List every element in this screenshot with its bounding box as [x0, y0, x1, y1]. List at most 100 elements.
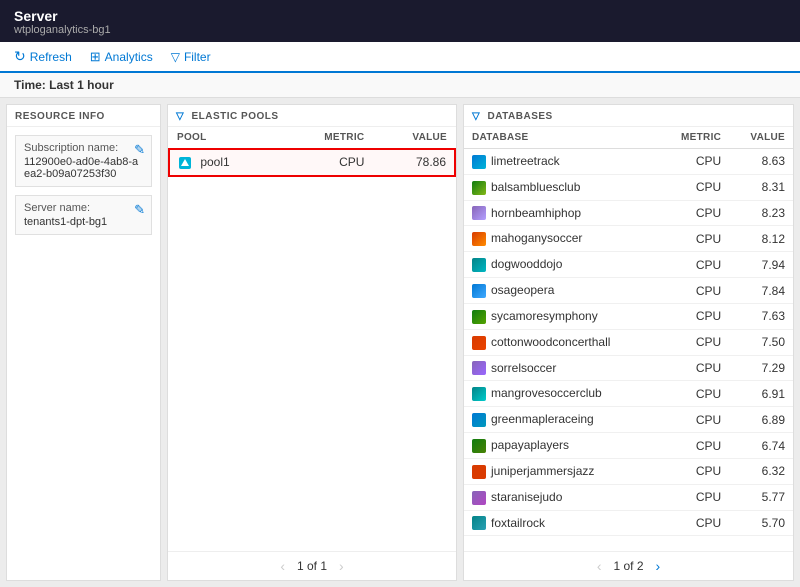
database-icon — [472, 336, 486, 350]
pool-value-cell: 78.86 — [372, 149, 455, 176]
db-col-header: DATABASE — [464, 127, 658, 149]
db-name-cell: sycamoresymphony — [464, 303, 658, 329]
databases-panel: ▽ DATABASES DATABASE METRIC VALUE — [463, 104, 794, 581]
db-metric-cell: CPU — [658, 433, 729, 459]
database-icon — [472, 258, 486, 272]
db-metric-cell: CPU — [658, 355, 729, 381]
subscription-label: Subscription name: — [24, 142, 143, 154]
server-block: Server name: tenants1-dpt-bg1 ✎ — [15, 195, 152, 235]
db-value-cell: 8.23 — [729, 200, 793, 226]
db-name-cell: papayaplayers — [464, 433, 658, 459]
databases-header: ▽ DATABASES — [464, 105, 793, 127]
database-row[interactable]: cottonwoodconcerthall CPU 7.50 — [464, 329, 793, 355]
elastic-pools-table: POOL METRIC VALUE — [168, 127, 456, 177]
database-row[interactable]: sycamoresymphony CPU 7.63 — [464, 303, 793, 329]
db-value-cell: 8.12 — [729, 226, 793, 252]
elastic-pools-filter-icon: ▽ — [176, 111, 184, 122]
db-name-cell: greenmapleraceing — [464, 407, 658, 433]
database-row[interactable]: hornbeamhiphop CPU 8.23 — [464, 200, 793, 226]
value-col-header: VALUE — [372, 127, 455, 149]
db-name-cell: mangrovesoccerclub — [464, 381, 658, 407]
db-metric-cell: CPU — [658, 510, 729, 536]
pools-prev-btn[interactable]: ‹ — [276, 558, 289, 574]
db-value-cell: 8.63 — [729, 149, 793, 175]
db-name-cell: cottonwoodconcerthall — [464, 329, 658, 355]
database-row[interactable]: osageopera CPU 7.84 — [464, 278, 793, 304]
refresh-label: Refresh — [30, 50, 72, 64]
refresh-icon: ↻ — [14, 48, 26, 65]
db-value-cell: 5.77 — [729, 484, 793, 510]
db-value-cell: 7.63 — [729, 303, 793, 329]
db-prev-btn[interactable]: ‹ — [593, 558, 606, 574]
database-icon — [472, 155, 486, 169]
header-subtitle: wtploganalytics-bg1 — [14, 24, 786, 36]
databases-table: DATABASE METRIC VALUE limetreetrack CPU — [464, 127, 793, 536]
subscription-block: Subscription name: 112900e0-ad0e-4ab8-ae… — [15, 135, 152, 187]
db-value-cell: 6.89 — [729, 407, 793, 433]
databases-pagination: ‹ 1 of 2 › — [464, 551, 793, 580]
database-row[interactable]: foxtailrock CPU 5.70 — [464, 510, 793, 536]
toolbar: ↻ Refresh ⊞ Analytics ▽ Filter — [0, 42, 800, 73]
analytics-button[interactable]: ⊞ Analytics — [90, 49, 153, 65]
db-metric-cell: CPU — [658, 329, 729, 355]
analytics-icon: ⊞ — [90, 49, 101, 65]
filter-button[interactable]: ▽ Filter — [171, 50, 211, 64]
database-row[interactable]: papayaplayers CPU 6.74 — [464, 433, 793, 459]
database-row[interactable]: limetreetrack CPU 8.63 — [464, 149, 793, 175]
time-label: Time: Last 1 hour — [0, 73, 800, 98]
metric-col-header: METRIC — [281, 127, 372, 149]
db-metric-cell: CPU — [658, 226, 729, 252]
elastic-pools-pagination: ‹ 1 of 1 › — [168, 551, 456, 580]
analytics-label: Analytics — [105, 50, 153, 64]
elastic-pools-panel: ▽ ELASTIC POOLS POOL METRIC VALUE — [167, 104, 457, 581]
db-metric-cell: CPU — [658, 484, 729, 510]
db-metric-cell: CPU — [658, 458, 729, 484]
main-content: RESOURCE INFO Subscription name: 112900e… — [0, 98, 800, 587]
db-metric-cell: CPU — [658, 149, 729, 175]
elastic-pools-table-container: POOL METRIC VALUE — [168, 127, 456, 551]
db-value-cell: 5.70 — [729, 510, 793, 536]
databases-table-container: DATABASE METRIC VALUE limetreetrack CPU — [464, 127, 793, 551]
database-row[interactable]: dogwooddojo CPU 7.94 — [464, 252, 793, 278]
db-value-cell: 8.31 — [729, 174, 793, 200]
pools-next-btn[interactable]: › — [335, 558, 348, 574]
refresh-button[interactable]: ↻ Refresh — [14, 48, 72, 65]
databases-filter-icon: ▽ — [472, 111, 480, 122]
database-row[interactable]: staranisejudo CPU 5.77 — [464, 484, 793, 510]
db-name-cell: foxtailrock — [464, 510, 658, 536]
db-page-info: 1 of 2 — [613, 559, 643, 573]
database-icon — [472, 439, 486, 453]
database-row[interactable]: balsambluesclub CPU 8.31 — [464, 174, 793, 200]
server-label: Server name: — [24, 202, 143, 214]
db-metric-cell: CPU — [658, 252, 729, 278]
db-metric-cell: CPU — [658, 381, 729, 407]
resource-info-content: Subscription name: 112900e0-ad0e-4ab8-ae… — [7, 127, 160, 251]
db-metric-cell: CPU — [658, 174, 729, 200]
server-edit-icon[interactable]: ✎ — [134, 202, 145, 218]
subscription-edit-icon[interactable]: ✎ — [134, 142, 145, 158]
database-row[interactable]: sorrelsoccer CPU 7.29 — [464, 355, 793, 381]
pools-page-info: 1 of 1 — [297, 559, 327, 573]
db-name-cell: hornbeamhiphop — [464, 200, 658, 226]
db-name-cell: dogwooddojo — [464, 252, 658, 278]
pool-row[interactable]: pool1 CPU 78.86 — [169, 149, 455, 176]
database-row[interactable]: mangrovesoccerclub CPU 6.91 — [464, 381, 793, 407]
db-name-cell: staranisejudo — [464, 484, 658, 510]
database-row[interactable]: juniperjammersjazz CPU 6.32 — [464, 458, 793, 484]
database-row[interactable]: mahoganysoccer CPU 8.12 — [464, 226, 793, 252]
database-icon — [472, 232, 486, 246]
database-icon — [472, 465, 486, 479]
database-icon — [472, 284, 486, 298]
db-next-btn[interactable]: › — [652, 558, 665, 574]
resource-info-panel: RESOURCE INFO Subscription name: 112900e… — [6, 104, 161, 581]
filter-label: Filter — [184, 50, 211, 64]
db-metric-cell: CPU — [658, 278, 729, 304]
database-icon — [472, 361, 486, 375]
subscription-value: 112900e0-ad0e-4ab8-aea2-b09a07253f30 — [24, 156, 143, 180]
database-icon — [472, 206, 486, 220]
database-row[interactable]: greenmapleraceing CPU 6.89 — [464, 407, 793, 433]
resource-info-header: RESOURCE INFO — [7, 105, 160, 127]
db-name-cell: mahoganysoccer — [464, 226, 658, 252]
db-name-cell: juniperjammersjazz — [464, 458, 658, 484]
db-value-cell: 6.91 — [729, 381, 793, 407]
